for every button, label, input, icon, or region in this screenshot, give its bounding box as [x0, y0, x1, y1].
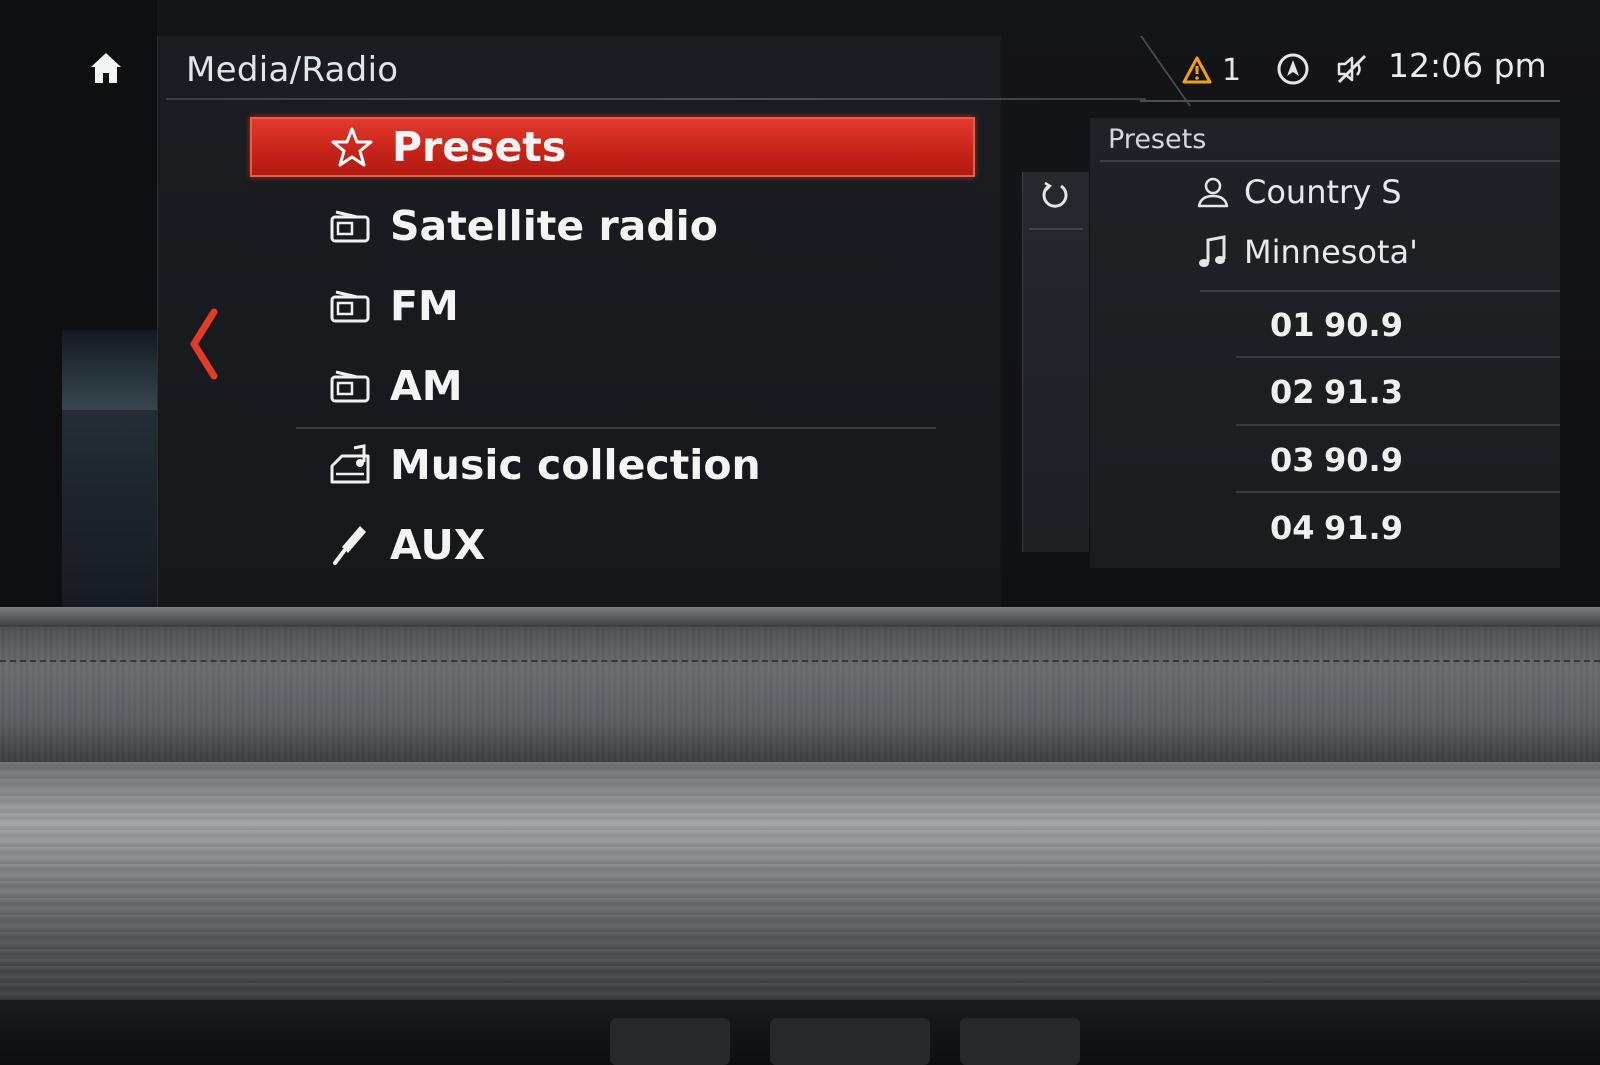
- presets-panel-title: Presets: [1108, 124, 1207, 155]
- aux-plug-icon: [328, 523, 372, 567]
- dash-stitching: [0, 660, 1600, 662]
- menu-item-am[interactable]: AM: [250, 356, 975, 416]
- strip-divider: [1029, 228, 1083, 230]
- speaker-muted-icon: [1337, 54, 1367, 84]
- radio-icon: [328, 204, 372, 248]
- refresh-icon: [1042, 181, 1068, 208]
- track-text: Minnesota': [1244, 233, 1418, 271]
- now-playing-divider: [1200, 290, 1560, 292]
- radio-icon: [328, 284, 372, 328]
- preset-frequency: 91.9: [1324, 509, 1403, 547]
- menu-item-fm[interactable]: FM: [250, 276, 975, 336]
- menu-item-aux[interactable]: AUX: [250, 515, 975, 575]
- music-note-icon: [1199, 235, 1226, 267]
- warning-indicator[interactable]: 1: [1182, 52, 1241, 88]
- clock: 12:06 pm: [1388, 46, 1547, 85]
- preset-number: 04: [1270, 509, 1315, 547]
- menu-item-label: Music collection: [390, 441, 761, 489]
- home-button[interactable]: [86, 48, 126, 88]
- preset-frequency: 90.9: [1324, 441, 1403, 479]
- artist-text: Country S: [1244, 173, 1402, 211]
- menu-item-label: AUX: [390, 521, 486, 569]
- preset-frequency: 90.9: [1324, 306, 1403, 344]
- air-vent: [770, 1018, 930, 1065]
- warning-triangle-icon: [1182, 56, 1212, 84]
- preset-station-02[interactable]: 02 91.3: [1230, 362, 1560, 422]
- now-playing-track: Minnesota': [1196, 232, 1418, 272]
- screen-bezel-edge: [0, 607, 1600, 627]
- navigation-status: [1276, 52, 1310, 90]
- menu-item-satellite-radio[interactable]: Satellite radio: [250, 196, 975, 256]
- menu-item-label: Presets: [392, 123, 567, 171]
- air-vent: [960, 1018, 1080, 1065]
- rail-glow: [62, 330, 157, 410]
- preset-divider: [1236, 356, 1560, 358]
- air-vent: [610, 1018, 730, 1065]
- menu-item-label: Satellite radio: [390, 202, 718, 250]
- home-icon: [91, 53, 121, 83]
- chevron-left-icon: [190, 308, 218, 380]
- preset-divider: [1236, 491, 1560, 493]
- menu-item-presets[interactable]: Presets: [250, 117, 975, 177]
- infotainment-screen: Media/Radio Presets Satellite radio FM A…: [0, 0, 1600, 607]
- preset-frequency: 91.3: [1324, 373, 1403, 411]
- preset-divider: [1236, 424, 1560, 426]
- preset-station-04[interactable]: 04 91.9: [1230, 498, 1560, 558]
- refresh-button[interactable]: [1040, 180, 1070, 214]
- mute-status: [1335, 52, 1369, 90]
- preset-number: 02: [1270, 373, 1315, 411]
- now-playing-artist: Country S: [1196, 172, 1402, 212]
- star-icon: [330, 125, 374, 169]
- person-icon: [1197, 177, 1229, 208]
- title-divider: [166, 98, 1146, 100]
- side-strip: [1022, 172, 1089, 552]
- preset-number: 03: [1270, 441, 1315, 479]
- rail-glow-lower: [62, 410, 157, 607]
- menu-item-music-collection[interactable]: Music collection: [250, 435, 975, 495]
- preset-station-01[interactable]: 01 90.9: [1230, 295, 1560, 355]
- back-button[interactable]: [186, 308, 222, 380]
- menu-item-label: AM: [390, 362, 463, 410]
- warning-count: 1: [1222, 52, 1242, 88]
- radio-icon: [328, 364, 372, 408]
- presets-title-divider: [1100, 160, 1560, 162]
- navigation-arrow-icon: [1277, 53, 1309, 85]
- menu-item-label: FM: [390, 282, 459, 330]
- wood-trim: [0, 762, 1600, 1000]
- music-collection-icon: [328, 443, 372, 487]
- page-title: Media/Radio: [186, 50, 399, 90]
- preset-station-03[interactable]: 03 90.9: [1230, 430, 1560, 490]
- preset-number: 01: [1270, 306, 1315, 344]
- left-rail: [0, 0, 157, 607]
- leather-dash-trim: [0, 627, 1600, 762]
- menu-divider: [296, 427, 936, 429]
